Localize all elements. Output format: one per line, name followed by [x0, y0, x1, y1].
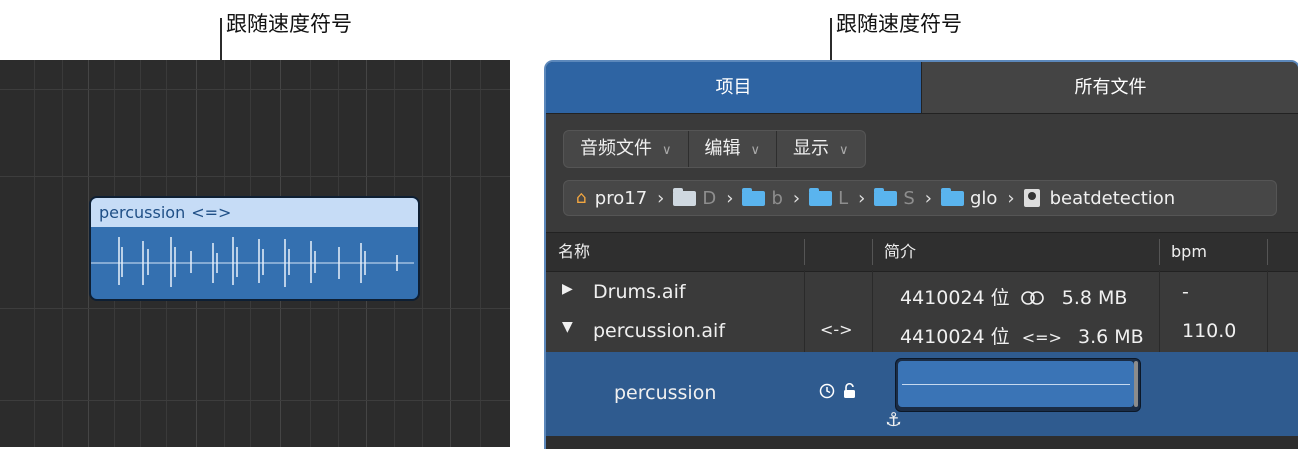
path-crumb-folder[interactable]: L: [809, 187, 848, 209]
folder-icon: [874, 187, 898, 206]
chevron-down-icon: ∨: [839, 143, 849, 158]
menu-bar: 音频文件 ∨ 编辑 ∨ 显示 ∨: [563, 130, 866, 168]
clock-icon: [819, 383, 835, 399]
path-crumb-project[interactable]: beatdetection: [1023, 188, 1175, 209]
file-bpm: -: [1182, 281, 1189, 303]
list-item[interactable]: ▶ Drums.aif 4410024 位 5.8 MB -: [546, 275, 1298, 313]
folder-icon: [742, 187, 766, 206]
view-menu[interactable]: 显示 ∨: [776, 131, 865, 167]
folder-icon: [673, 187, 697, 206]
tracks-area[interactable]: percussion <=>: [0, 60, 510, 447]
region-status-icons: [819, 380, 857, 402]
path-crumb-folder[interactable]: glo: [940, 187, 997, 209]
disclosure-triangle-icon[interactable]: ▼: [562, 319, 573, 335]
tempo-channel-symbol: <=>: [1021, 328, 1062, 347]
region-header: percussion <=>: [91, 198, 418, 227]
stereo-icon: [1020, 291, 1044, 305]
file-name: percussion.aif: [593, 320, 726, 342]
unlock-icon[interactable]: [843, 382, 857, 399]
tab-project[interactable]: 项目: [546, 62, 921, 113]
project-file-icon: [1023, 189, 1040, 207]
file-bpm: 110.0: [1182, 320, 1237, 342]
region-waveform: [91, 237, 414, 287]
home-icon: ⌂: [576, 188, 587, 208]
tab-all-files[interactable]: 所有文件: [921, 62, 1298, 113]
list-item[interactable]: ▼ percussion.aif <-> 4410024 位 <=> 3.6 M…: [546, 314, 1298, 352]
callout-left-label: 跟随速度符号: [226, 12, 352, 36]
audio-file-menu[interactable]: 音频文件 ∨: [564, 131, 688, 167]
anchor-icon[interactable]: ⚓: [885, 409, 902, 431]
region-name: percussion: [99, 203, 186, 222]
chevron-down-icon: ∨: [750, 143, 761, 158]
folder-icon: [809, 187, 833, 206]
path-crumb-folder[interactable]: D: [673, 187, 716, 209]
file-info: 4410024 位 <=> 3.6 MB: [900, 326, 1144, 348]
path-crumb-folder[interactable]: b: [742, 187, 783, 209]
file-name: Drums.aif: [593, 281, 686, 303]
region-waveform-preview[interactable]: [895, 358, 1141, 412]
path-crumb-home[interactable]: ⌂ pro17: [576, 188, 647, 209]
path-bar: ⌂ pro17 › D › b › L › S › glo › beatdetec…: [563, 180, 1277, 216]
column-header-name[interactable]: 名称: [546, 233, 590, 271]
file-info: 4410024 位 5.8 MB: [900, 287, 1128, 309]
project-audio-browser: 项目 所有文件 音频文件 ∨ 编辑 ∨ 显示 ∨ ⌂ pro17 › D › b › L…: [544, 60, 1298, 449]
folder-icon: [940, 187, 964, 206]
chevron-down-icon: ∨: [662, 143, 672, 158]
browser-tabs: 项目 所有文件: [546, 62, 1298, 113]
follow-tempo-symbol: <=>: [191, 203, 232, 222]
column-header-bpm[interactable]: bpm: [1159, 233, 1207, 271]
follow-tempo-symbol: <->: [820, 320, 853, 339]
region-name: percussion: [614, 382, 717, 404]
disclosure-triangle-icon[interactable]: ▶: [562, 281, 573, 297]
column-header-info[interactable]: 简介: [872, 233, 916, 271]
path-crumb-folder[interactable]: S: [874, 187, 915, 209]
column-headers: 名称 简介 bpm: [546, 232, 1298, 272]
edit-menu[interactable]: 编辑 ∨: [687, 131, 777, 167]
callout-right-label: 跟随速度符号: [836, 12, 962, 36]
audio-region[interactable]: percussion <=>: [89, 196, 420, 301]
